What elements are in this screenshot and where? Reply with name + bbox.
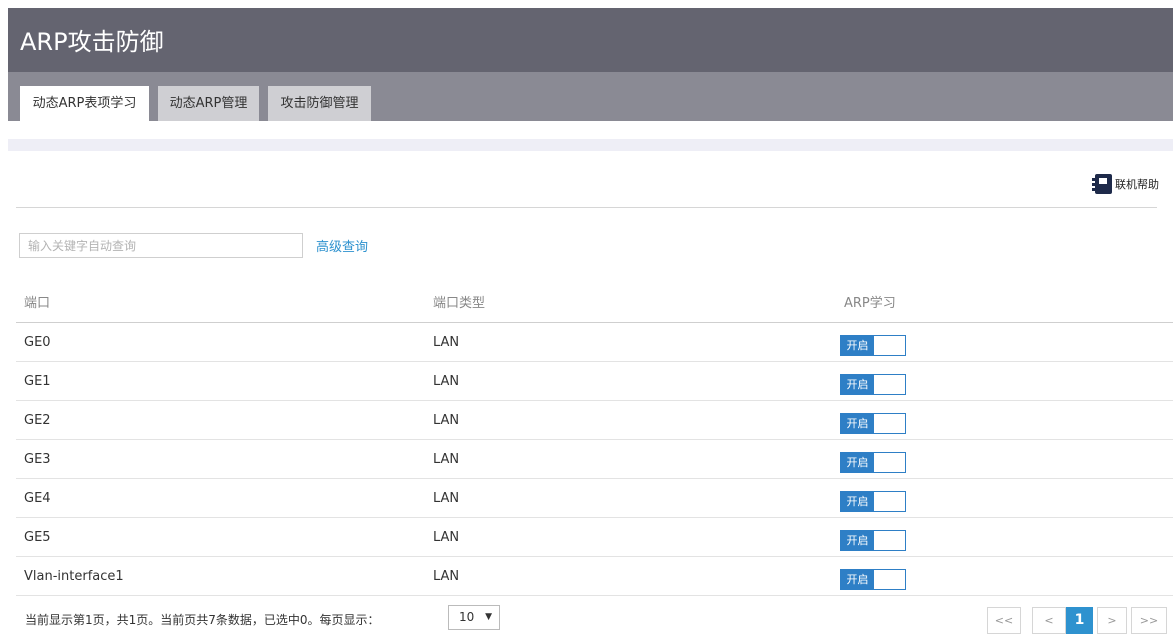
column-header-port: 端口 <box>24 296 51 311</box>
page-1-button[interactable]: 1 <box>1066 607 1093 634</box>
search-input[interactable] <box>19 233 303 258</box>
last-page-button[interactable]: >> <box>1131 607 1167 634</box>
table-row: GE5 LAN 开启 <box>16 518 1173 557</box>
port-type-cell: LAN <box>433 374 460 389</box>
arp-learning-toggle[interactable]: 开启 <box>840 491 906 512</box>
first-page-button[interactable]: << <box>987 607 1021 634</box>
port-type-cell: LAN <box>433 491 460 506</box>
page-title: ARP攻击防御 <box>20 28 164 56</box>
port-cell: GE1 <box>24 374 51 389</box>
online-help-label: 联机帮助 <box>1115 178 1159 191</box>
arp-learning-toggle[interactable]: 开启 <box>840 452 906 473</box>
port-type-cell: LAN <box>433 569 460 584</box>
port-cell: GE2 <box>24 413 51 428</box>
column-header-port-type: 端口类型 <box>433 296 486 311</box>
column-header-arp-learning: ARP学习 <box>844 296 896 311</box>
port-cell: GE4 <box>24 491 51 506</box>
port-cell: GE0 <box>24 335 51 350</box>
port-type-cell: LAN <box>433 413 460 428</box>
toggle-on-label: 开启 <box>841 570 874 589</box>
arp-learning-toggle[interactable]: 开启 <box>840 413 906 434</box>
pagination-summary: 当前显示第1页，共1页。当前页共7条数据，已选中0。每页显示： <box>25 613 380 627</box>
port-cell: GE3 <box>24 452 51 467</box>
port-type-cell: LAN <box>433 452 460 467</box>
port-type-cell: LAN <box>433 335 460 350</box>
tab-attack-defense[interactable]: 攻击防御管理 <box>268 86 371 121</box>
tab-arp-management[interactable]: 动态ARP管理 <box>158 86 259 121</box>
advanced-search-link[interactable]: 高级查询 <box>316 236 368 255</box>
toggle-on-label: 开启 <box>841 375 874 394</box>
prev-page-button[interactable]: < <box>1032 607 1066 634</box>
help-book-icon <box>1092 174 1112 194</box>
table-row: GE4 LAN 开启 <box>16 479 1173 518</box>
table-row: GE1 LAN 开启 <box>16 362 1173 401</box>
arp-learning-toggle[interactable]: 开启 <box>840 374 906 395</box>
tab-arp-learning[interactable]: 动态ARP表项学习 <box>20 86 149 121</box>
tab-strip: 动态ARP表项学习 动态ARP管理 攻击防御管理 <box>8 72 1173 121</box>
toggle-on-label: 开启 <box>841 336 874 355</box>
title-bar: ARP攻击防御 <box>8 8 1173 72</box>
toggle-on-label: 开启 <box>841 414 874 433</box>
toggle-on-label: 开启 <box>841 453 874 472</box>
table-row: GE0 LAN 开启 <box>16 323 1173 362</box>
arp-learning-toggle[interactable]: 开启 <box>840 569 906 590</box>
page-size-value: 10 <box>459 610 475 624</box>
table-row: Vlan-interface1 LAN 开启 <box>16 557 1173 596</box>
port-type-cell: LAN <box>433 530 460 545</box>
table-row: GE3 LAN 开启 <box>16 440 1173 479</box>
port-cell: Vlan-interface1 <box>24 569 124 584</box>
arp-learning-toggle[interactable]: 开启 <box>840 335 906 356</box>
page-size-select[interactable]: 10 ▼ <box>448 605 500 630</box>
online-help-link[interactable]: 联机帮助 <box>1092 173 1159 195</box>
table-row: GE2 LAN 开启 <box>16 401 1173 440</box>
toggle-on-label: 开启 <box>841 492 874 511</box>
arp-learning-toggle[interactable]: 开启 <box>840 530 906 551</box>
caret-down-icon: ▼ <box>485 612 492 622</box>
port-cell: GE5 <box>24 530 51 545</box>
next-page-button[interactable]: > <box>1097 607 1127 634</box>
divider <box>16 207 1157 208</box>
toggle-on-label: 开启 <box>841 531 874 550</box>
separator-band <box>8 139 1173 151</box>
